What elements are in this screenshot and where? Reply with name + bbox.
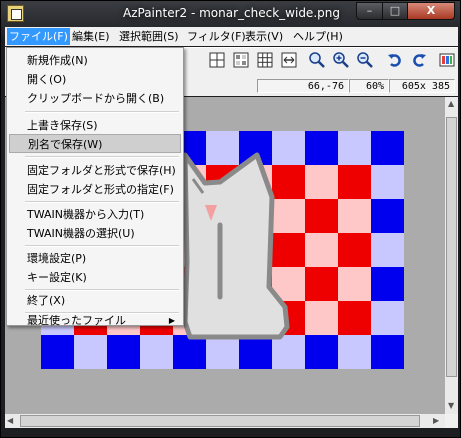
menu-separator xyxy=(25,245,179,247)
checker-cell xyxy=(338,301,371,335)
menu-save-fixed[interactable]: 固定フォルダと形式で保存(H) xyxy=(9,161,181,180)
menu-separator xyxy=(25,156,179,158)
minimize-button[interactable]: – xyxy=(356,2,383,20)
checker-cell xyxy=(74,335,107,369)
title-bar[interactable]: AzPainter2 - monar_check_wide.png – □ X xyxy=(1,1,461,27)
menu-selection[interactable]: 選択範囲(S) xyxy=(117,28,181,45)
undo-icon[interactable] xyxy=(385,51,405,71)
checker-cell xyxy=(371,199,404,233)
menu-preferences[interactable]: 環境設定(P) xyxy=(9,249,181,268)
checker-cell xyxy=(305,131,338,165)
menu-twain-input[interactable]: TWAIN機器から入力(T) xyxy=(9,205,181,224)
checker-cell xyxy=(206,335,239,369)
vertical-scrollbar[interactable]: ▲ ▼ xyxy=(445,97,458,414)
menu-save-as[interactable]: 別名で保存(W) xyxy=(9,134,181,153)
checker-cell xyxy=(371,267,404,301)
menu-open[interactable]: 開く(O) xyxy=(9,70,181,89)
redo-icon[interactable] xyxy=(409,51,429,71)
resize-grip[interactable] xyxy=(445,414,458,428)
checker-cell xyxy=(338,267,371,301)
grid-icon[interactable] xyxy=(255,51,275,71)
checker-cell xyxy=(206,131,239,165)
zoom-out-icon[interactable] xyxy=(355,51,375,71)
checker-cell xyxy=(338,131,371,165)
checker-cell xyxy=(338,335,371,369)
zoom-in-icon[interactable] xyxy=(331,51,351,71)
scroll-down-icon[interactable]: ▼ xyxy=(448,401,454,410)
checker-cell xyxy=(173,335,206,369)
checker-cell xyxy=(239,335,272,369)
menu-save[interactable]: 上書き保存(S) xyxy=(9,116,181,135)
app-window: AzPainter2 - monar_check_wide.png – □ X … xyxy=(0,0,461,438)
checker-cell xyxy=(272,233,305,267)
menu-key-settings[interactable]: キー設定(K) xyxy=(9,268,181,287)
menu-file[interactable]: ファイル(F) xyxy=(7,28,70,45)
app-extra-icon[interactable] xyxy=(437,51,457,71)
fit-width-icon[interactable] xyxy=(279,51,299,71)
checker-cell xyxy=(371,301,404,335)
checker-cell xyxy=(272,131,305,165)
menu-separator xyxy=(25,312,179,314)
cursor-coords: 66,-76 xyxy=(257,79,349,93)
horizontal-scrollbar[interactable]: ◀ ▶ xyxy=(5,414,445,428)
file-menu-dropdown: 新規作成(N) 開く(O) クリップボードから開く(B) 上書き保存(S) 別名… xyxy=(6,47,184,326)
checker-cell xyxy=(272,335,305,369)
checker-cell xyxy=(140,335,173,369)
checker-cell xyxy=(107,335,140,369)
horizontal-scroll-thumb[interactable] xyxy=(20,415,420,427)
checker-cell xyxy=(272,199,305,233)
zoom-level: 60% xyxy=(349,79,389,93)
menu-bar: ファイル(F) 編集(E) 選択範囲(S) フィルタ(F) 表示(V) ヘルプ(… xyxy=(5,27,458,46)
close-button[interactable]: X xyxy=(407,2,455,20)
checker-cell xyxy=(371,335,404,369)
checker-cell xyxy=(41,335,74,369)
scroll-right-icon[interactable]: ▶ xyxy=(433,416,439,425)
menu-new[interactable]: 新規作成(N) xyxy=(9,51,181,70)
checker-cell xyxy=(305,199,338,233)
grid-plus-icon[interactable] xyxy=(207,51,227,71)
checker-cell xyxy=(305,301,338,335)
menu-exit[interactable]: 終了(X) xyxy=(9,291,181,310)
menu-edit[interactable]: 編集(E) xyxy=(70,28,112,45)
maximize-button[interactable]: □ xyxy=(382,2,408,20)
menu-help[interactable]: ヘルプ(H) xyxy=(291,28,345,45)
checker-cell xyxy=(338,165,371,199)
checker-cell xyxy=(272,165,305,199)
checker-cell xyxy=(305,165,338,199)
menu-fixed-settings[interactable]: 固定フォルダと形式の指定(F) xyxy=(9,180,181,199)
checker-cell xyxy=(338,199,371,233)
menu-separator xyxy=(25,111,179,113)
checker-cell xyxy=(371,233,404,267)
menu-twain-select[interactable]: TWAIN機器の選択(U) xyxy=(9,224,181,243)
menu-view[interactable]: 表示(V) xyxy=(243,28,285,45)
checker-cell xyxy=(371,165,404,199)
menu-open-clipboard[interactable]: クリップボードから開く(B) xyxy=(9,89,181,108)
menu-filter[interactable]: フィルタ(F) xyxy=(185,28,248,45)
checker-cell xyxy=(371,131,404,165)
checker-cell xyxy=(338,233,371,267)
checker-cell xyxy=(305,233,338,267)
vertical-scroll-thumb[interactable] xyxy=(446,117,457,377)
checker-cell xyxy=(305,267,338,301)
checker-cell xyxy=(305,335,338,369)
menu-recent-files-label: 最近使ったファイル xyxy=(27,314,126,327)
checker-icon[interactable] xyxy=(231,51,251,71)
zoom-fit-icon[interactable] xyxy=(307,51,327,71)
scroll-up-icon[interactable]: ▲ xyxy=(448,99,454,108)
image-size: 605x 385 xyxy=(389,79,455,93)
submenu-arrow-icon: ▶ xyxy=(168,316,175,325)
scroll-left-icon[interactable]: ◀ xyxy=(7,416,13,425)
menu-recent-files[interactable]: 最近使ったファイル ▶ xyxy=(9,314,181,327)
menu-separator xyxy=(25,201,179,203)
